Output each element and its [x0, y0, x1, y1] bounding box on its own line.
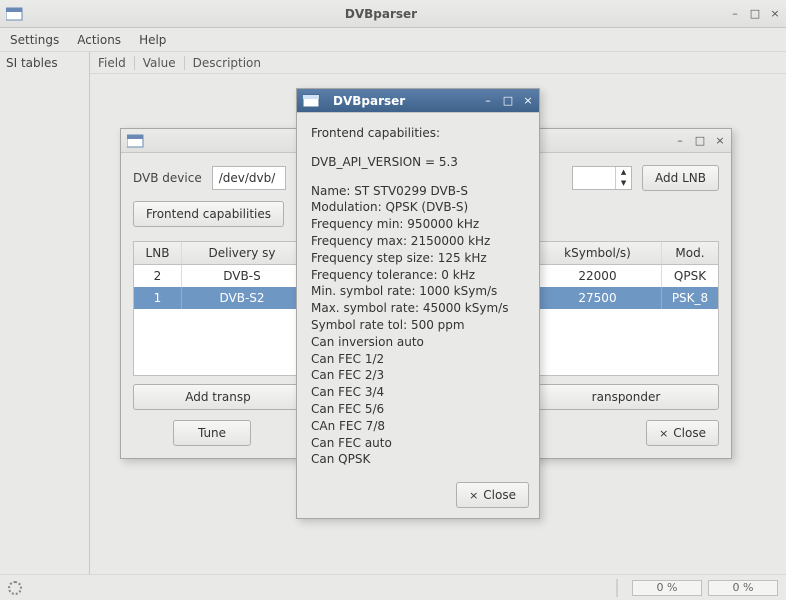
caps-line: Can FEC 5/6 [311, 401, 525, 418]
table-row[interactable]: 27500 PSK_8 [534, 287, 718, 309]
caps-line: Frequency step size: 125 kHz [311, 250, 525, 267]
caps-line: Frequency min: 950000 kHz [311, 216, 525, 233]
app-icon [303, 93, 321, 109]
caps-line: CAn FEC 7/8 [311, 418, 525, 435]
caps-line: Can FEC auto [311, 435, 525, 452]
add-transp-right-button[interactable]: ransponder [533, 384, 719, 410]
caps-line: Can QPSK [311, 451, 525, 468]
caps-line: Frequency max: 2150000 kHz [311, 233, 525, 250]
minimize-icon[interactable]: – [675, 136, 685, 146]
window-controls: – □ × [675, 136, 725, 146]
caps-line: Frequency tolerance: 0 kHz [311, 267, 525, 284]
caps-title: DVBparser [329, 94, 483, 108]
capabilities-dialog: DVBparser – □ × Frontend capabilities: D… [296, 88, 540, 519]
col-delivery-sys[interactable]: Delivery sy [182, 242, 302, 264]
minimize-icon[interactable]: – [483, 96, 493, 106]
menu-actions[interactable]: Actions [77, 33, 121, 47]
caps-line: Can FEC 3/4 [311, 384, 525, 401]
close-x-icon: × [659, 427, 668, 440]
window-controls: – □ × [730, 9, 780, 19]
main-titlebar: DVBparser – □ × [0, 0, 786, 28]
device-label: DVB device [133, 171, 202, 185]
close-x-icon: × [469, 489, 478, 502]
caps-body: Frontend capabilities: DVB_API_VERSION =… [297, 113, 539, 476]
device-path-field[interactable]: /dev/dvb/ [212, 166, 286, 190]
col-value[interactable]: Value [135, 56, 184, 70]
col-field[interactable]: Field [90, 56, 134, 70]
close-button[interactable]: ×Close [646, 420, 719, 446]
menubar: Settings Actions Help [0, 28, 786, 52]
table-row[interactable]: 22000 QPSK [534, 265, 718, 287]
col-lnb[interactable]: LNB [134, 242, 182, 264]
table-row[interactable]: 1 DVB-S2 [134, 287, 302, 309]
caps-titlebar: DVBparser – □ × [297, 89, 539, 113]
col-mod[interactable]: Mod. [662, 242, 718, 264]
caps-line: Can inversion auto [311, 334, 525, 351]
maximize-icon[interactable]: □ [750, 9, 760, 19]
app-icon [6, 6, 24, 22]
caps-line: Symbol rate tol: 500 ppm [311, 317, 525, 334]
caps-line: Can FEC 2/3 [311, 367, 525, 384]
caps-close-button[interactable]: ×Close [456, 482, 529, 508]
sidebar: SI tables [0, 52, 90, 574]
caps-line: Modulation: QPSK (DVB-S) [311, 199, 525, 216]
caps-line: Min. symbol rate: 1000 kSym/s [311, 283, 525, 300]
loading-spinner-icon [8, 581, 22, 595]
numeric-stepper[interactable]: ▲▼ [572, 166, 632, 190]
table-row[interactable]: 2 DVB-S [134, 265, 302, 287]
caps-line: Max. symbol rate: 45000 kSym/s [311, 300, 525, 317]
col-ksymbol[interactable]: kSymbol/s) [534, 242, 662, 264]
close-icon[interactable]: × [523, 96, 533, 106]
minimize-icon[interactable]: – [730, 9, 740, 19]
transponder-table[interactable]: kSymbol/s) Mod. 22000 QPSK 27500 PSK_8 [533, 241, 719, 376]
close-icon[interactable]: × [715, 136, 725, 146]
add-transp-left-button[interactable]: Add transp [133, 384, 303, 410]
lnb-table[interactable]: LNB Delivery sy 2 DVB-S 1 DVB-S2 [133, 241, 303, 376]
progress-1: 0 % [632, 580, 702, 596]
caps-heading: Frontend capabilities: [311, 125, 525, 142]
caps-line: Can FEC 1/2 [311, 351, 525, 368]
caps-line: Name: ST STV0299 DVB-S [311, 183, 525, 200]
caps-api: DVB_API_VERSION = 5.3 [311, 154, 525, 171]
sidebar-header: SI tables [6, 56, 83, 70]
maximize-icon[interactable]: □ [503, 96, 513, 106]
frontend-capabilities-button[interactable]: Frontend capabilities [133, 201, 284, 227]
statusbar: 0 % 0 % [0, 574, 786, 600]
tune-button[interactable]: Tune [173, 420, 251, 446]
window-controls: – □ × [483, 96, 533, 106]
menu-help[interactable]: Help [139, 33, 166, 47]
maximize-icon[interactable]: □ [695, 136, 705, 146]
window-title: DVBparser [32, 7, 730, 21]
arrow-up-icon[interactable]: ▲ [616, 167, 631, 178]
add-lnb-button[interactable]: Add LNB [642, 165, 719, 191]
arrow-down-icon[interactable]: ▼ [616, 178, 631, 189]
progress-2: 0 % [708, 580, 778, 596]
column-headers: Field Value Description [90, 52, 786, 74]
app-icon [127, 133, 145, 149]
status-separator [616, 579, 618, 597]
close-icon[interactable]: × [770, 9, 780, 19]
menu-settings[interactable]: Settings [10, 33, 59, 47]
col-description[interactable]: Description [185, 56, 269, 70]
